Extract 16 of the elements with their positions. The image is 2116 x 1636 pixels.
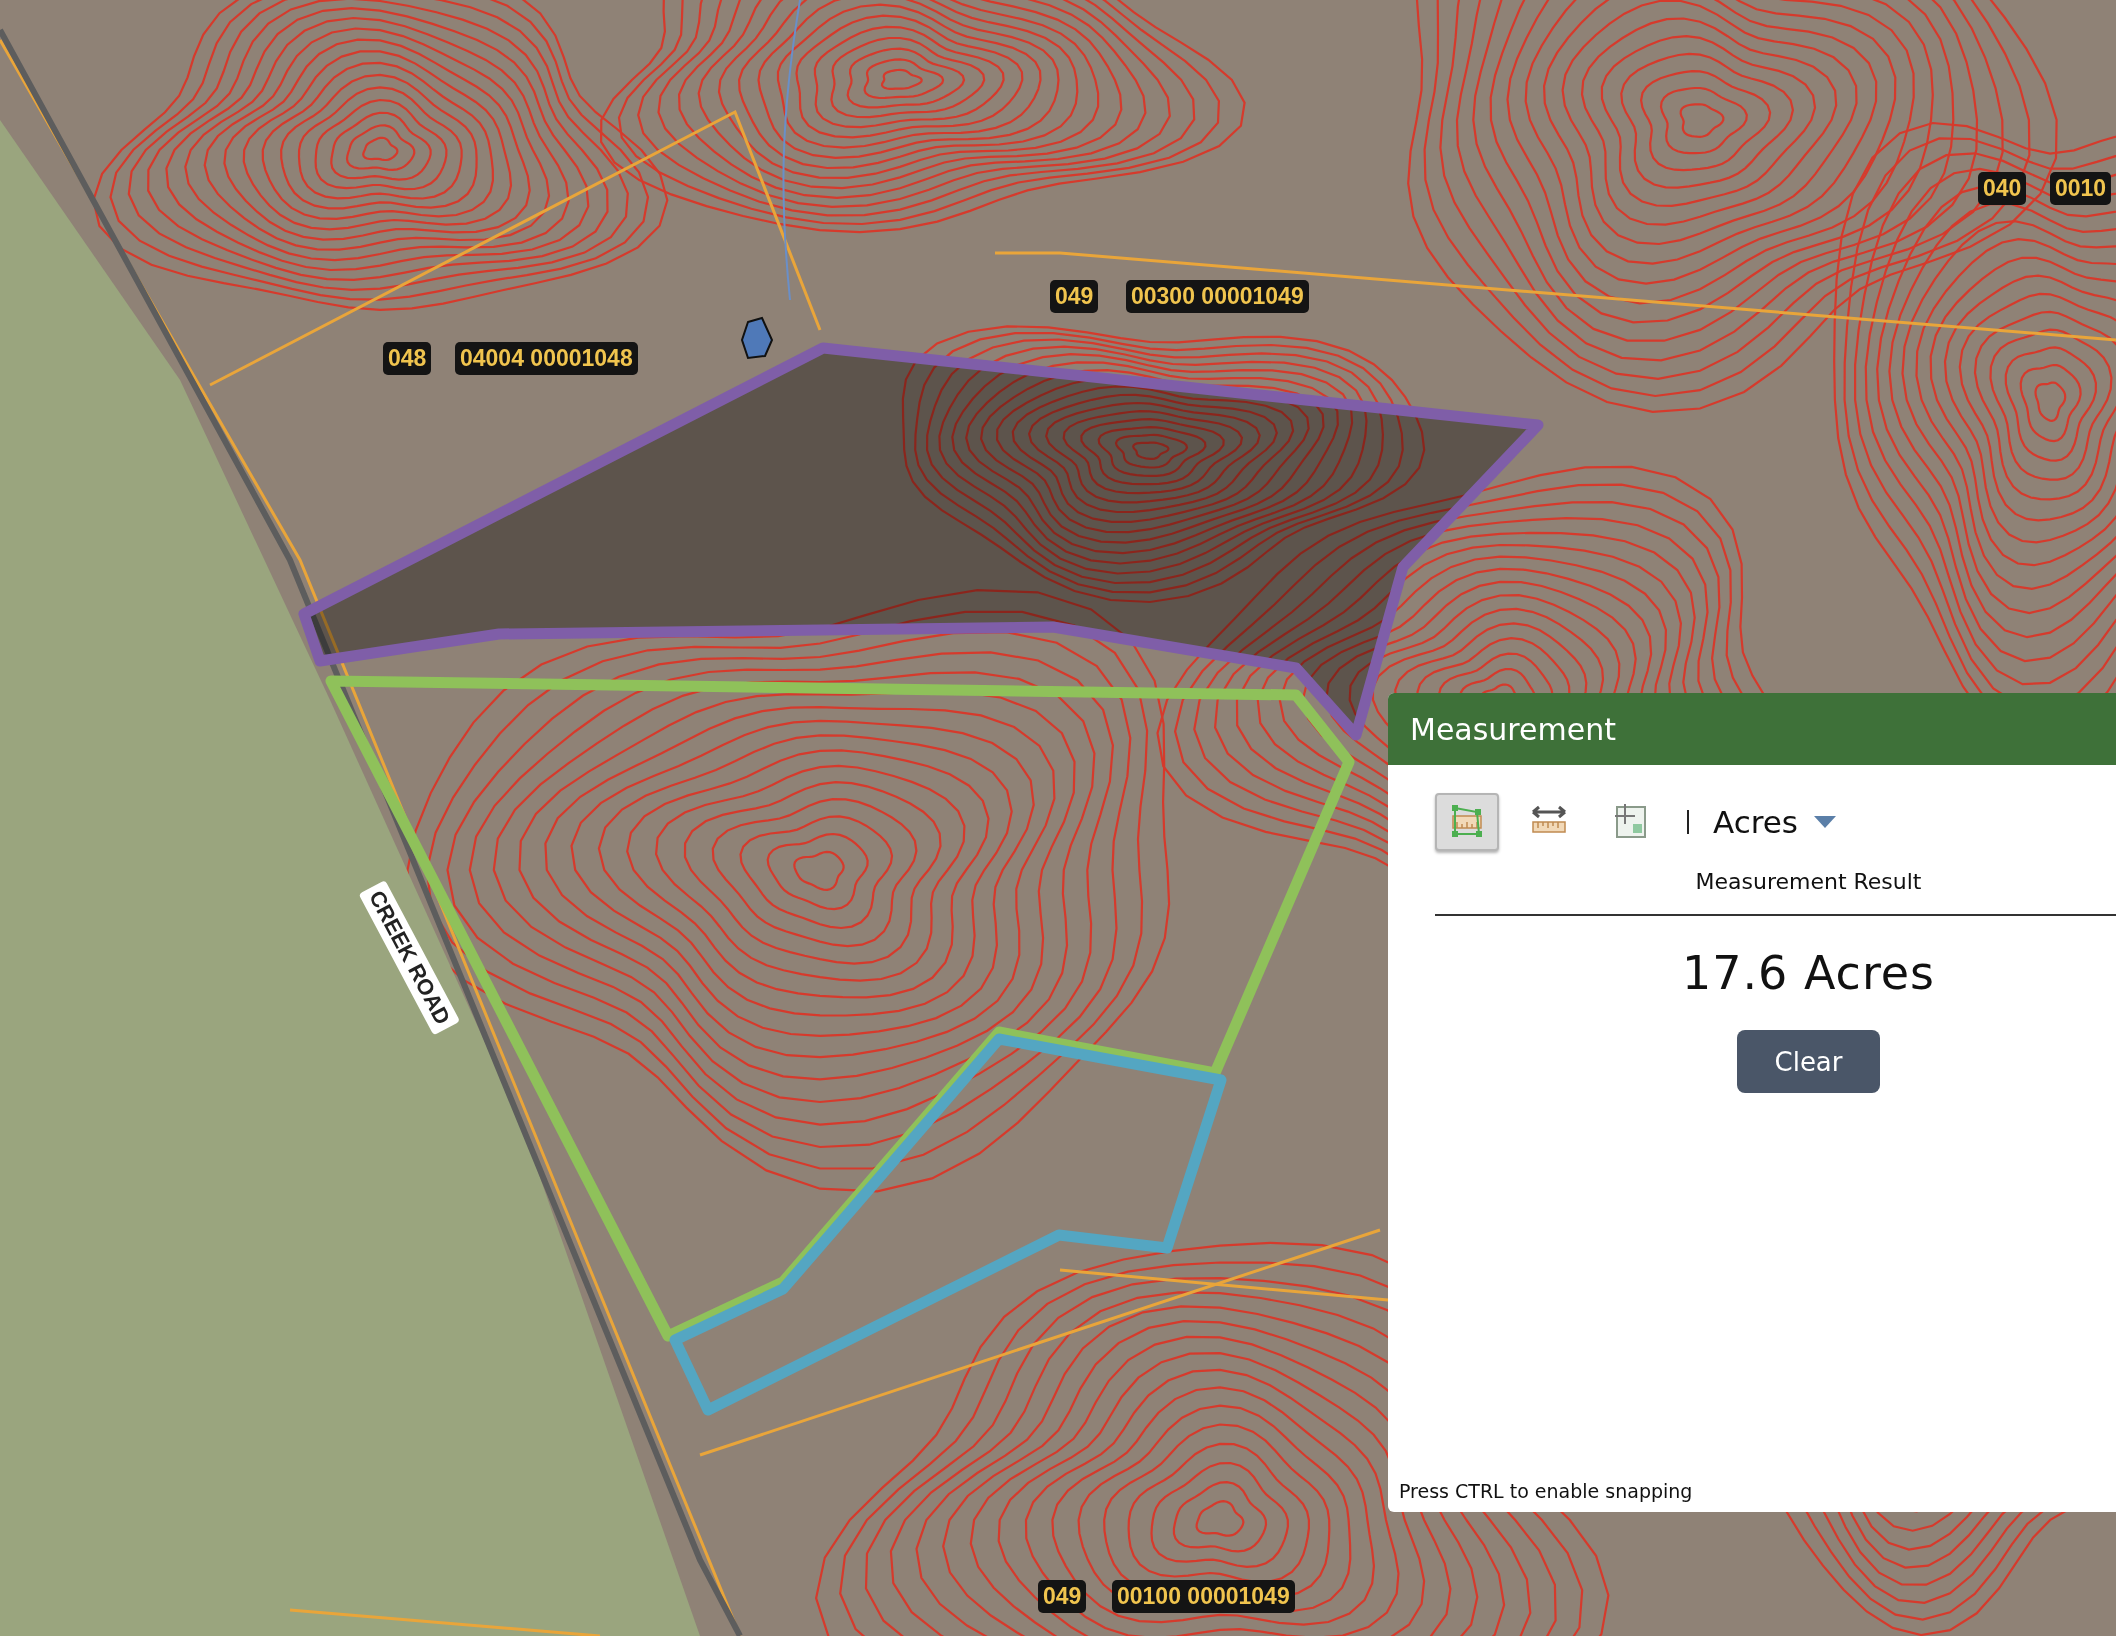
unit-dropdown[interactable]: Acres xyxy=(1713,804,1836,840)
parcel-label: 048 xyxy=(383,342,432,375)
measurement-result: 17.6 Acres xyxy=(1680,945,1937,1000)
pond-shape xyxy=(740,316,774,360)
parcel-label: 0010 xyxy=(2050,172,2112,205)
parcel-label: 040 xyxy=(1978,172,2027,205)
parcel-label: 04004 00001048 xyxy=(455,342,638,375)
parcel-label: 049 xyxy=(1050,280,1099,313)
panel-title: Measurement xyxy=(1410,711,1616,747)
clear-button[interactable]: Clear xyxy=(1737,1030,1880,1093)
result-heading: Measurement Result xyxy=(1435,851,2116,916)
parcel-label: 049 xyxy=(1038,1580,1087,1613)
parcel-label: 00100 00001049 xyxy=(1112,1580,1295,1613)
caret-icon xyxy=(1814,816,1836,828)
parcel-label: 00300 00001049 xyxy=(1126,280,1309,313)
snapping-hint: Press CTRL to enable snapping xyxy=(1398,1480,1694,1504)
